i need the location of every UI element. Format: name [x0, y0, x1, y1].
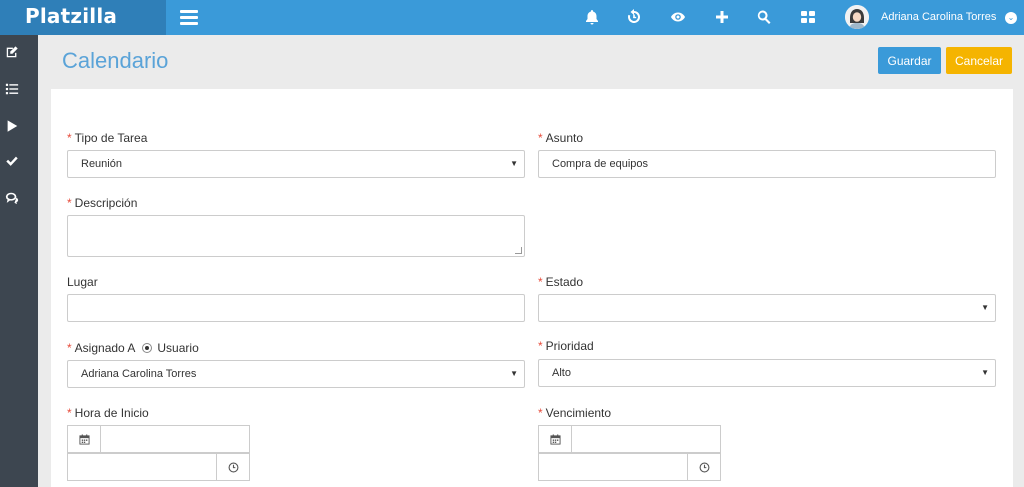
vencimiento-date-input[interactable]	[571, 425, 721, 453]
usuario-radio-label[interactable]: Usuario	[157, 341, 198, 355]
asignado-value: Adriana Carolina Torres	[81, 368, 197, 380]
hora-inicio-time-input[interactable]	[67, 453, 217, 481]
sidebar	[0, 35, 38, 487]
calendar-icon[interactable]	[538, 425, 572, 453]
brand-logo[interactable]: Platzilla	[0, 0, 166, 35]
cancel-button[interactable]: Cancelar	[946, 47, 1012, 74]
save-button[interactable]: Guardar	[878, 47, 941, 74]
hora-inicio-label: * Hora de Inicio	[67, 406, 149, 420]
asignado-select[interactable]: Adriana Carolina Torres ▼	[67, 360, 525, 388]
calendar-icon[interactable]	[67, 425, 101, 453]
menu-toggle-icon[interactable]	[180, 10, 198, 25]
estado-label: * Estado	[538, 275, 584, 289]
top-navbar: Platzilla Adriana Carolina Torres ⌄	[0, 0, 1024, 35]
hora-inicio-date-input[interactable]	[100, 425, 250, 453]
prioridad-select[interactable]: Alto ▼	[538, 359, 996, 387]
caret-down-icon: ▼	[510, 159, 518, 168]
descripcion-textarea[interactable]	[67, 215, 525, 257]
search-icon[interactable]	[755, 8, 773, 26]
page-title: Calendario	[62, 48, 169, 73]
chat-icon[interactable]	[4, 190, 20, 206]
usuario-radio[interactable]	[142, 343, 153, 353]
lugar-input[interactable]	[67, 294, 525, 322]
avatar[interactable]	[845, 5, 869, 29]
clock-icon[interactable]	[687, 453, 721, 481]
bell-icon[interactable]	[583, 8, 601, 26]
asunto-label: * Asunto	[538, 131, 584, 145]
resize-handle[interactable]	[515, 247, 522, 254]
chevron-down-icon[interactable]: ⌄	[1005, 12, 1017, 24]
plus-icon[interactable]	[713, 8, 731, 26]
caret-down-icon: ▼	[981, 303, 989, 312]
user-name[interactable]: Adriana Carolina Torres	[881, 11, 996, 23]
tipo-tarea-select[interactable]: Reunión ▼	[67, 150, 525, 178]
tipo-tarea-label: * Tipo de Tarea	[67, 131, 148, 145]
grid-icon[interactable]	[799, 8, 817, 26]
descripcion-label: * Descripción	[67, 196, 138, 210]
caret-down-icon: ▼	[981, 368, 989, 377]
tipo-tarea-value: Reunión	[81, 158, 122, 170]
vencimiento-label: * Vencimiento	[538, 406, 612, 420]
history-icon[interactable]	[625, 8, 643, 26]
estado-select[interactable]: ▼	[538, 294, 996, 322]
asignado-label: * Asignado A Usuario	[67, 341, 199, 355]
prioridad-label: * Prioridad	[538, 339, 594, 353]
check-icon[interactable]	[4, 153, 20, 169]
caret-down-icon: ▼	[510, 369, 518, 378]
prioridad-value: Alto	[552, 367, 571, 379]
play-icon[interactable]	[4, 118, 20, 134]
eye-icon[interactable]	[669, 8, 687, 26]
asunto-value: Compra de equipos	[552, 158, 649, 170]
asunto-input[interactable]: Compra de equipos	[538, 150, 996, 178]
lugar-label: Lugar	[67, 275, 98, 289]
edit-icon[interactable]	[4, 44, 20, 60]
vencimiento-time-input[interactable]	[538, 453, 688, 481]
clock-icon[interactable]	[216, 453, 250, 481]
list-icon[interactable]	[4, 81, 20, 97]
